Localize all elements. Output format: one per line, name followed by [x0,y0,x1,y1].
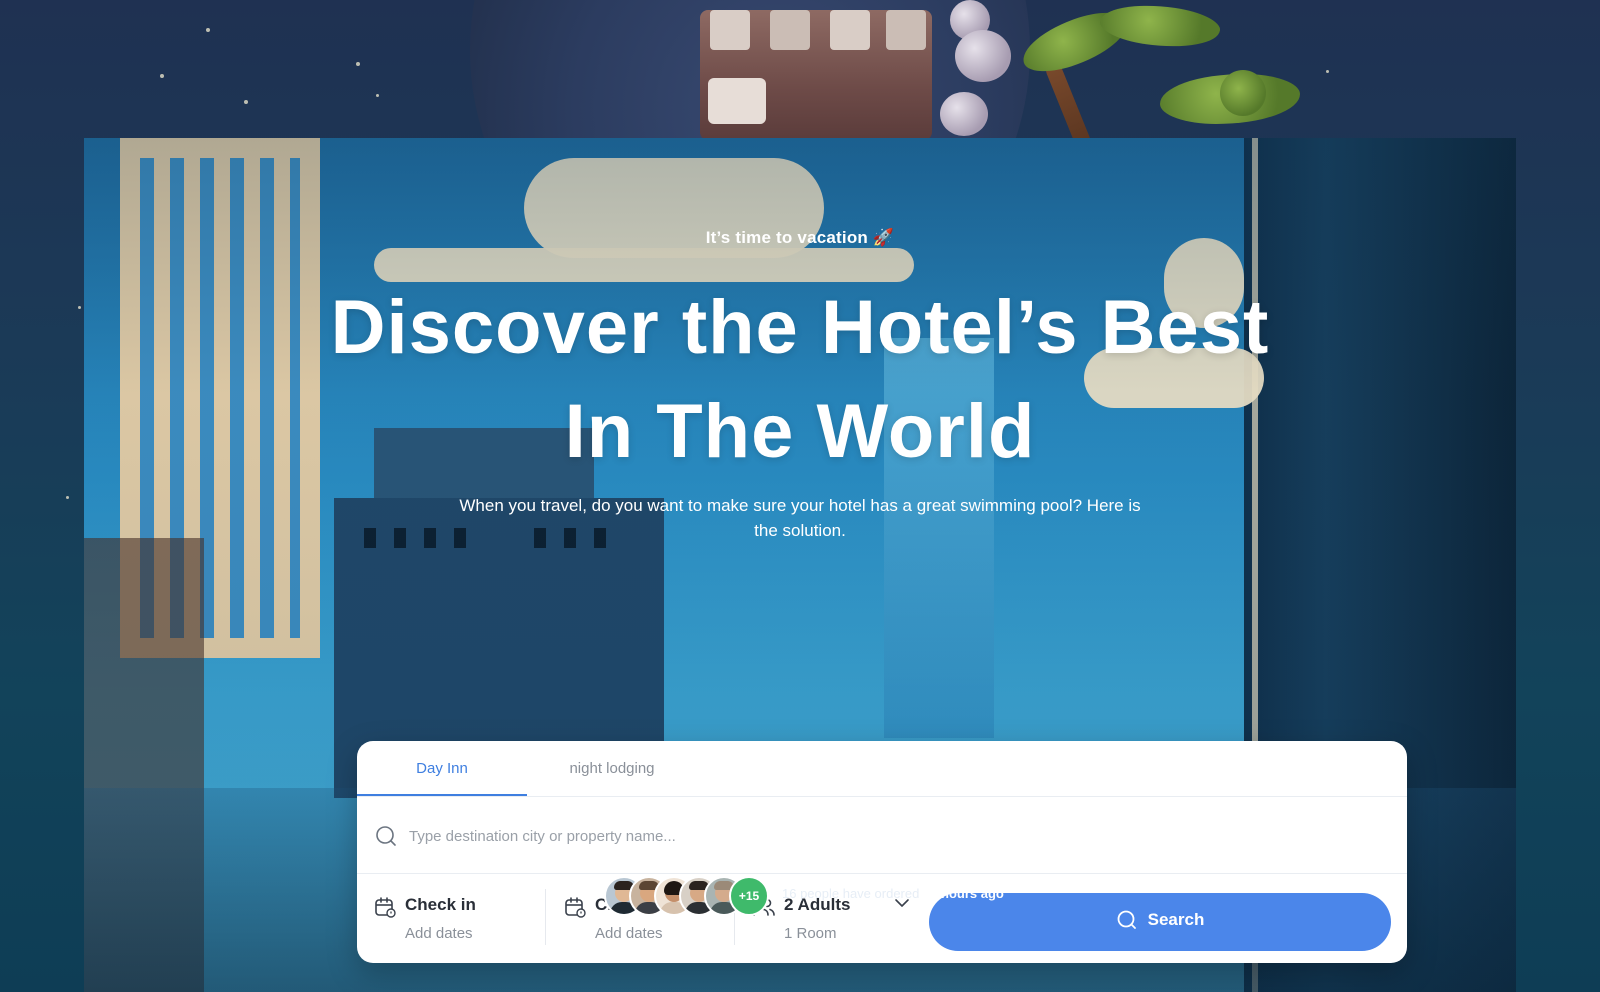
destination-search-row [357,797,1407,874]
social-proof-text: 16 people have ordered 24 hours ago [782,886,1004,901]
star [356,62,360,66]
check-in-subtitle: Add dates [405,925,473,942]
hero-headline-line1: Discover the Hotel’s Best [330,285,1270,370]
search-button-label: Search [1147,909,1205,929]
tree-leaf [1097,0,1223,55]
search-icon [1117,910,1136,929]
search-button[interactable]: Search [929,893,1391,951]
star [66,496,69,499]
booking-tabs: Day Inn night lodging [357,741,1407,797]
check-out-subtitle: Add dates [595,925,663,942]
tab-night-lodging[interactable]: night lodging [527,741,697,796]
rock-graphic [940,92,988,136]
hero-kicker: It’s time to vacation 🚀 [705,228,895,247]
top-illustration [460,0,1360,140]
destination-search-input[interactable] [407,819,1311,853]
guests-subtitle: 1 Room [784,925,837,942]
star [206,28,210,32]
tab-day-inn[interactable]: Day Inn [357,741,527,796]
tree-trunk [1043,60,1093,140]
star [78,306,81,309]
tree-leaf [1220,70,1266,116]
social-proof-emphasis: 24 hours ago [922,886,1004,901]
calendar-icon [373,895,397,924]
castle-graphic [700,10,932,140]
booking-search-card: Day Inn night lodging Type destination c… [357,741,1407,963]
rock-graphic [955,30,1011,82]
calendar-icon [563,895,587,924]
check-in-field[interactable]: Check in Add dates [373,887,533,949]
hero-headline: Discover the Hotel’s Best In The World [84,276,1516,484]
hero-headline-line2: In The World [564,389,1036,474]
check-in-title: Check in [405,895,476,914]
extra-count-badge: +15 [729,876,769,916]
social-proof-prefix: 16 people have ordered [782,886,920,901]
hero-section: It’s time to vacation 🚀 Discover the Hot… [84,138,1516,992]
field-divider [545,889,546,945]
star [244,100,248,104]
hero-subtext: When you travel, do you want to make sur… [459,496,1141,540]
search-icon [375,825,397,852]
star [160,74,164,78]
star [376,94,379,97]
